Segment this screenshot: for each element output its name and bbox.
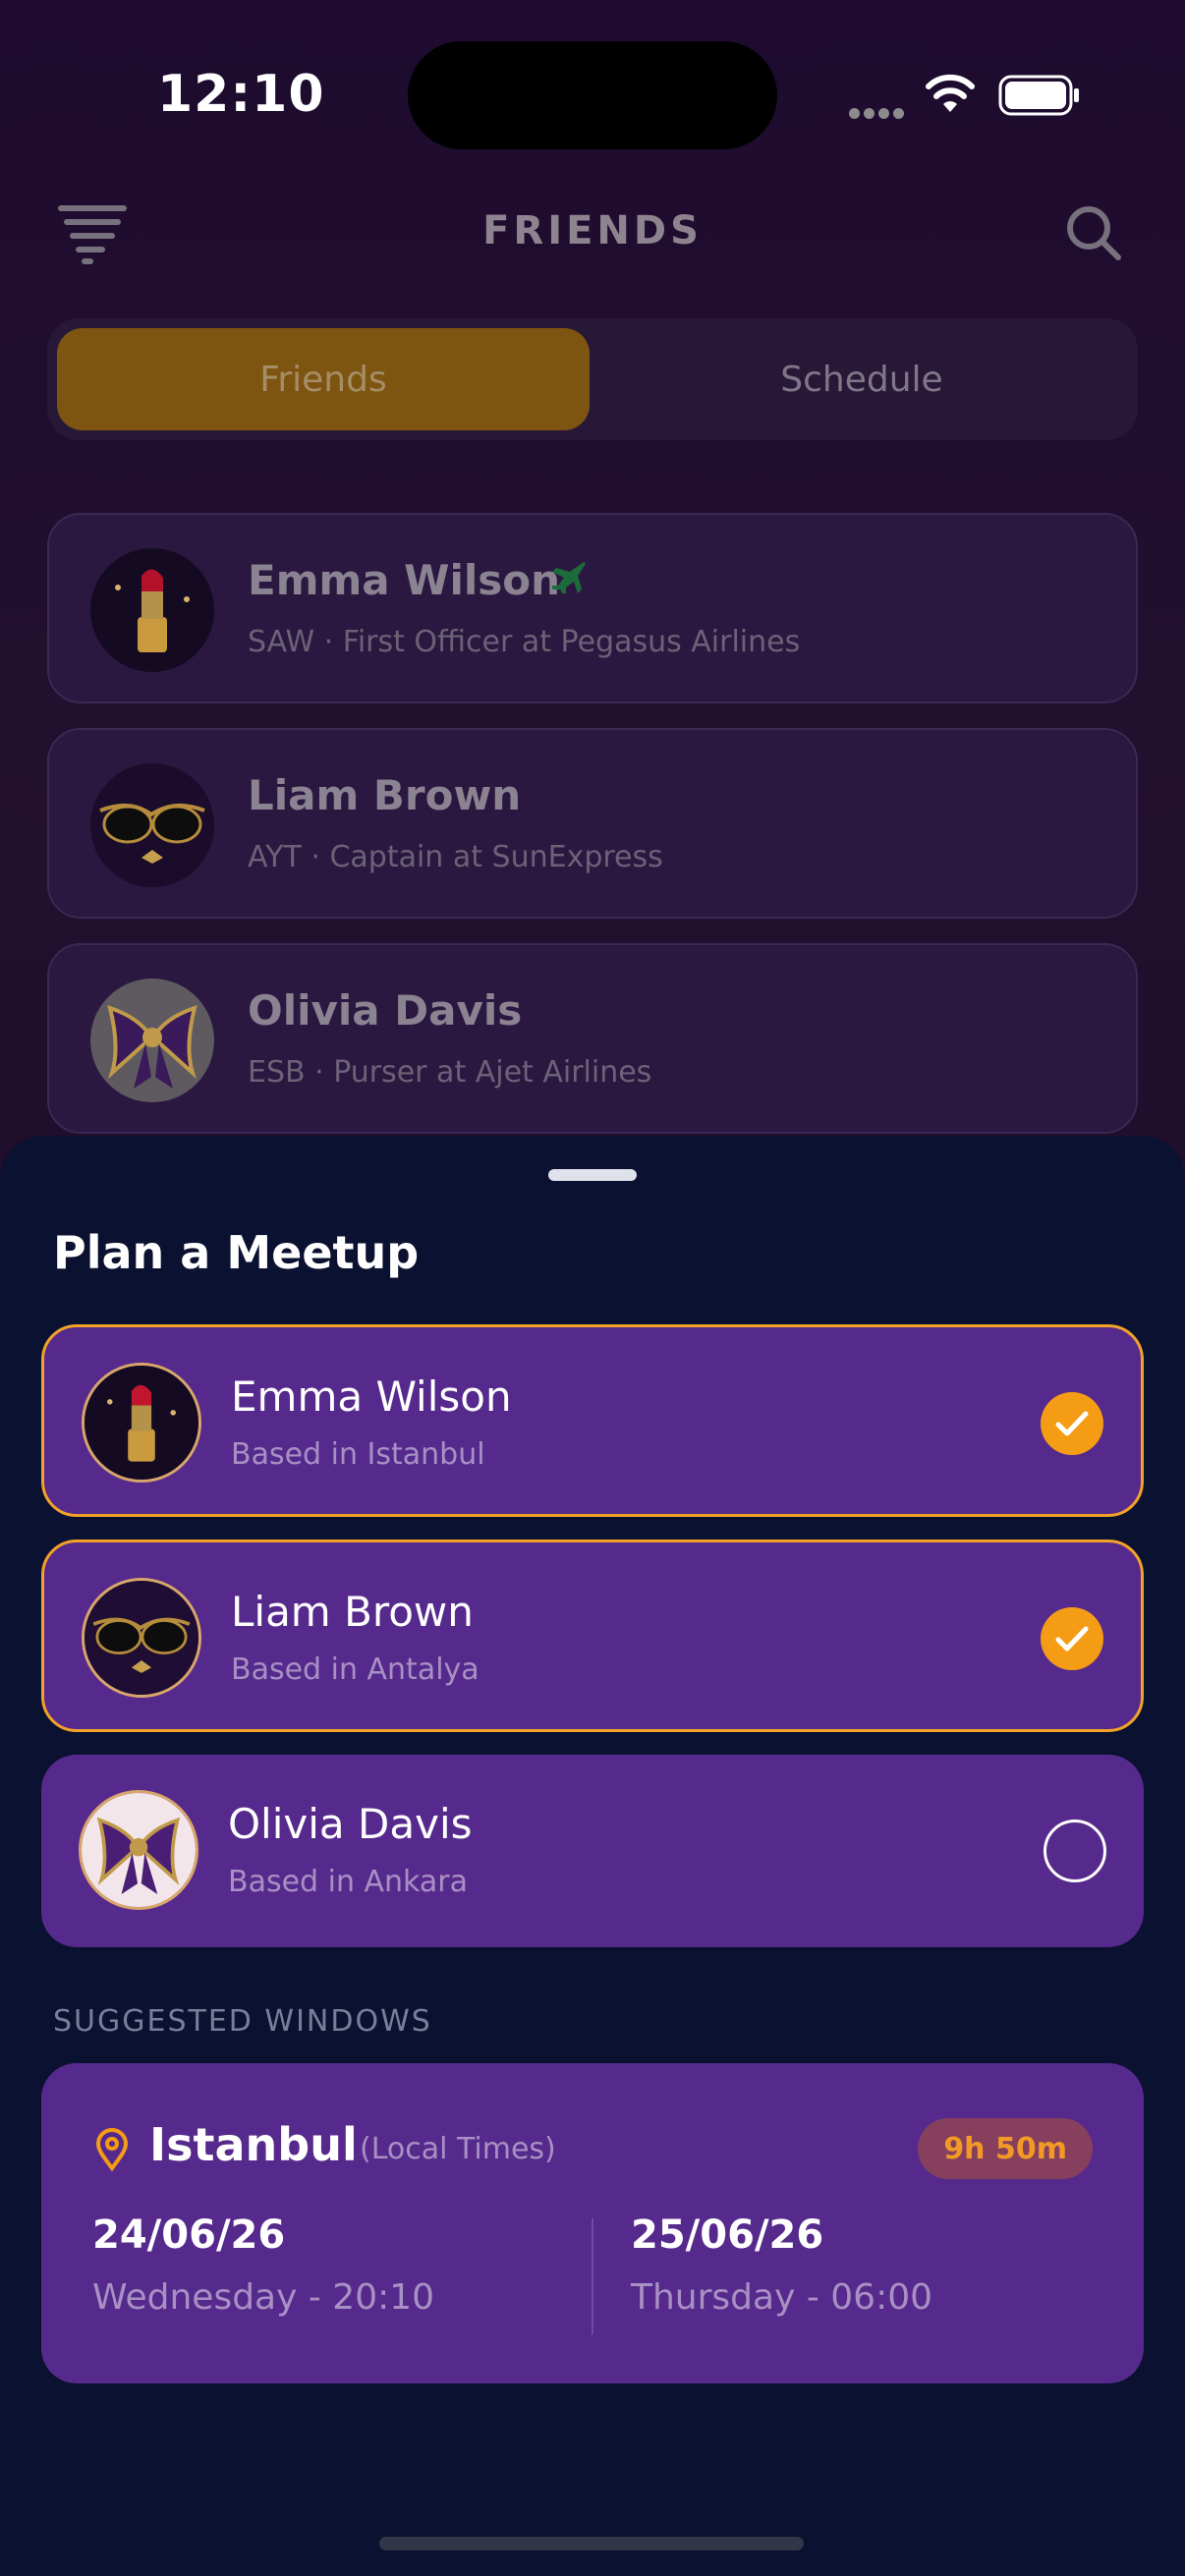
plane-icon (548, 558, 588, 601)
checkmark-icon[interactable] (1041, 1607, 1103, 1670)
status-time: 12:10 (157, 65, 325, 124)
city-name: Istanbul (149, 2118, 358, 2171)
friend-name: Emma Wilson (248, 556, 561, 604)
checkmark-icon[interactable] (1041, 1392, 1103, 1455)
meetup-person-row[interactable]: Olivia Davis Based in Ankara (41, 1755, 1144, 1947)
scarf-avatar (90, 979, 214, 1102)
friend-name: Olivia Davis (248, 986, 523, 1035)
person-location: Based in Istanbul (231, 1437, 485, 1472)
page-title: FRIENDS (482, 208, 703, 253)
sheet-grabber[interactable] (548, 1169, 637, 1181)
sunglasses-avatar (82, 1578, 201, 1698)
plan-meetup-sheet: Plan a Meetup Emma Wilson Based in Istan… (0, 1136, 1185, 2576)
segmented-control: Friends Schedule (47, 318, 1138, 440)
unchecked-radio[interactable] (1044, 1820, 1106, 1882)
person-location: Based in Ankara (228, 1865, 468, 1899)
local-times-label: (Local Times) (360, 2132, 556, 2166)
friend-subtitle: ESB · Purser at Ajet Airlines (248, 1055, 652, 1090)
duration-badge: 9h 50m (918, 2118, 1093, 2179)
home-indicator[interactable] (379, 2537, 804, 2550)
person-name: Olivia Davis (228, 1800, 473, 1848)
sunglasses-avatar (90, 763, 214, 887)
lipstick-avatar (90, 548, 214, 672)
scarf-avatar (79, 1790, 198, 1910)
end-time: Thursday - 06:00 (631, 2277, 933, 2318)
section-label: SUGGESTED WINDOWS (53, 2004, 432, 2039)
friend-card[interactable]: Emma Wilson SAW · First Officer at Pegas… (47, 513, 1138, 703)
tab-friends[interactable]: Friends (57, 328, 590, 430)
start-time: Wednesday - 20:10 (92, 2277, 435, 2318)
friend-subtitle: SAW · First Officer at Pegasus Airlines (248, 625, 801, 659)
person-location: Based in Antalya (231, 1652, 480, 1687)
sheet-title: Plan a Meetup (53, 1226, 420, 1279)
location-pin-icon (94, 2128, 130, 2175)
battery-icon (998, 75, 1081, 120)
friend-subtitle: AYT · Captain at SunExpress (248, 840, 663, 874)
divider (592, 2218, 593, 2334)
dynamic-island (408, 41, 777, 149)
start-date: 24/06/26 (92, 2212, 286, 2258)
wifi-icon (924, 73, 977, 120)
friend-card[interactable]: Olivia Davis ESB · Purser at Ajet Airlin… (47, 943, 1138, 1134)
meetup-person-row[interactable]: Emma Wilson Based in Istanbul (41, 1324, 1144, 1517)
end-date: 25/06/26 (631, 2212, 824, 2258)
meetup-person-row[interactable]: Liam Brown Based in Antalya (41, 1540, 1144, 1732)
suggested-window-card[interactable]: Istanbul (Local Times) 9h 50m 24/06/26 W… (41, 2063, 1144, 2383)
friend-card[interactable]: Liam Brown AYT · Captain at SunExpress (47, 728, 1138, 919)
signal-icon (849, 104, 908, 123)
person-name: Emma Wilson (231, 1372, 512, 1421)
tab-schedule[interactable]: Schedule (595, 328, 1128, 430)
friend-name: Liam Brown (248, 771, 522, 819)
lipstick-avatar (82, 1363, 201, 1483)
search-icon[interactable] (1063, 202, 1124, 267)
person-name: Liam Brown (231, 1588, 474, 1636)
